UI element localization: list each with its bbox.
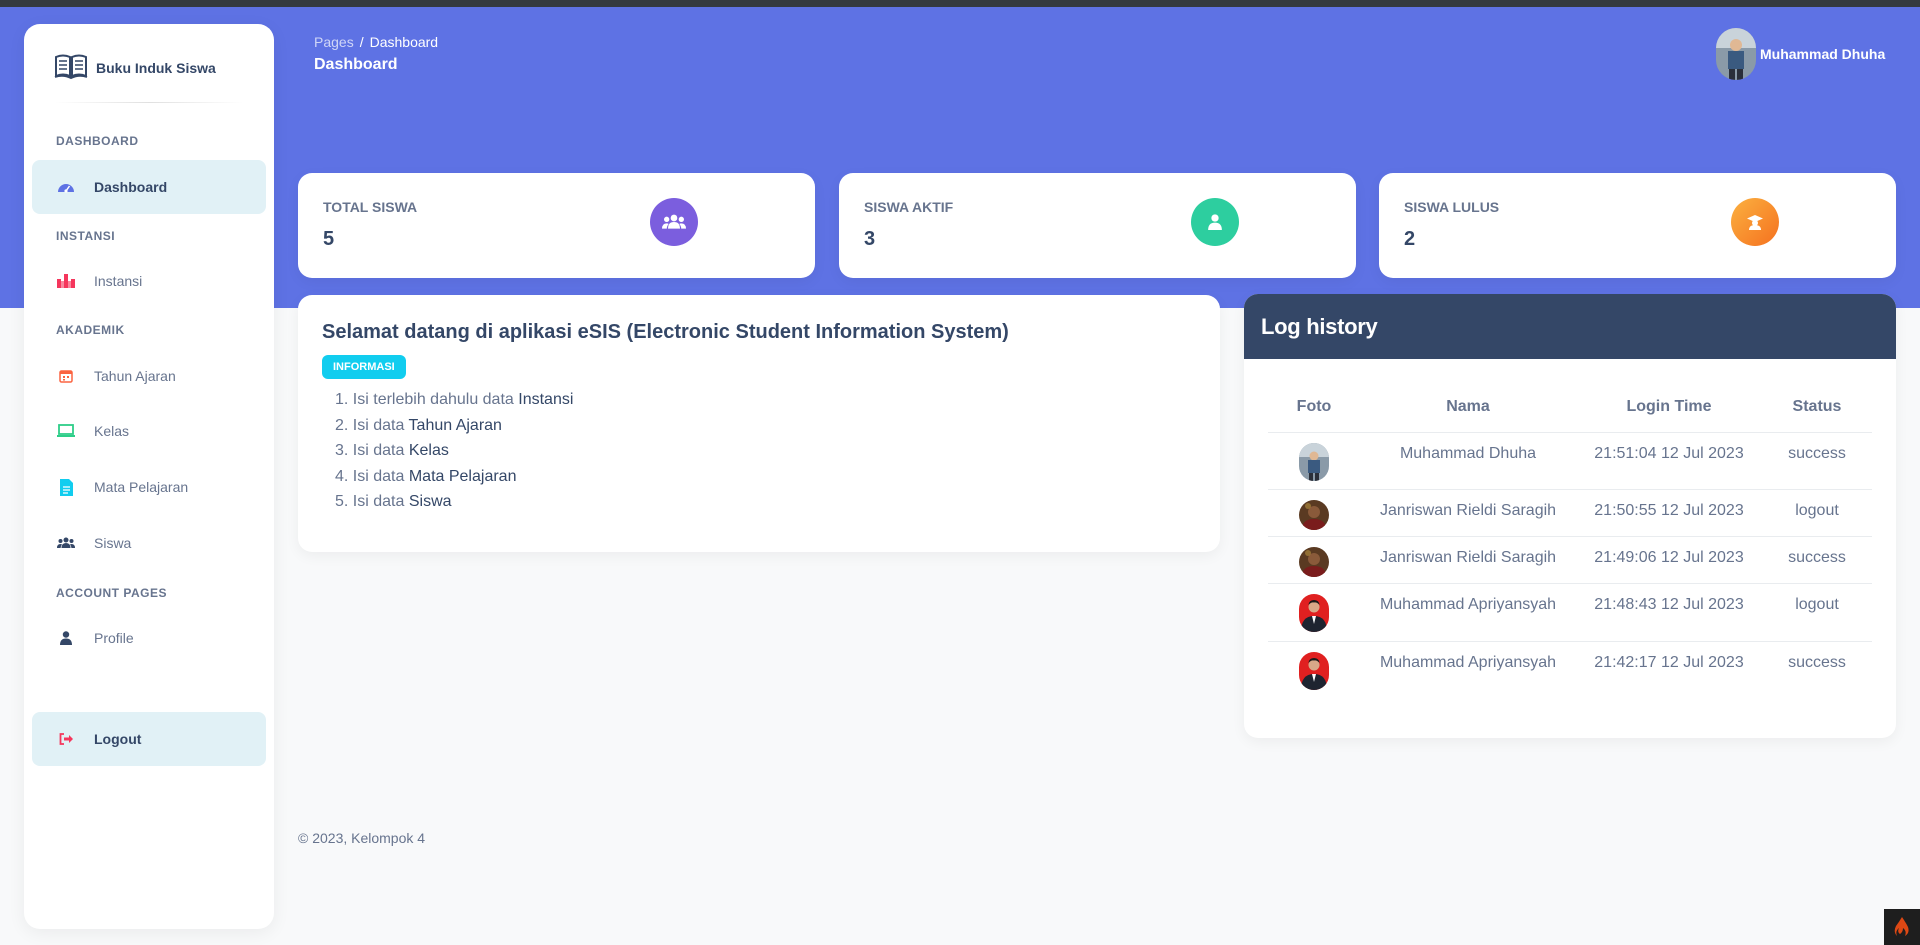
user-icon <box>56 628 76 648</box>
stat-label: SISWA AKTIF <box>864 199 954 215</box>
sidebar-item-label: Tahun Ajaran <box>94 368 176 384</box>
section-label-account: ACCOUNT PAGES <box>56 586 167 600</box>
list-item: 3. Isi data Kelas <box>335 442 449 460</box>
log-header: Log history <box>1244 294 1896 359</box>
log-name: Janriswan Rieldi Saragih <box>1360 489 1576 537</box>
user-icon <box>1191 198 1239 246</box>
log-name: Muhammad Apriyansyah <box>1379 653 1557 671</box>
sidebar-item-instansi[interactable]: Instansi <box>32 254 266 308</box>
gauge-icon <box>56 177 76 197</box>
sidebar-item-label: Logout <box>94 731 142 747</box>
sidebar-item-label: Instansi <box>94 273 143 289</box>
log-status: logout <box>1762 583 1872 642</box>
column-header-status: Status <box>1762 383 1872 433</box>
welcome-card: Selamat datang di aplikasi eSIS (Electro… <box>298 295 1220 552</box>
log-name: Muhammad Apriyansyah <box>1360 583 1576 642</box>
laptop-icon <box>56 421 76 441</box>
user-name: Muhammad Dhuha <box>1760 46 1886 62</box>
table-row: Janriswan Rieldi Saragih 21:49:06 12 Jul… <box>1268 536 1872 584</box>
page-title: Dashboard <box>314 56 398 73</box>
log-status: success <box>1788 653 1846 671</box>
section-label-instansi: INSTANSI <box>56 229 116 243</box>
stat-label: SISWA LULUS <box>1404 199 1500 215</box>
sidebar-item-label: Kelas <box>94 423 130 439</box>
sign-out-icon <box>56 729 76 749</box>
stat-label: TOTAL SISWA <box>323 199 418 215</box>
stat-card-siswa-aktif: SISWA AKTIF 3 <box>839 173 1356 278</box>
sidebar-item-label: Mata Pelajaran <box>94 479 189 495</box>
table-row: Muhammad Dhuha 21:51:04 12 Jul 2023 succ… <box>1268 432 1872 490</box>
avatar <box>1299 593 1329 632</box>
stat-value: 5 <box>323 228 335 250</box>
sidebar-item-mata-pelajaran[interactable]: Mata Pelajaran <box>32 460 266 514</box>
breadcrumb-separator: / <box>359 34 364 50</box>
flame-icon[interactable] <box>1884 909 1920 945</box>
table-row: Muhammad Apriyansyah 21:48:43 12 Jul 202… <box>1268 583 1872 642</box>
table-header-row: Foto Nama Login Time Status <box>1268 383 1872 433</box>
log-time: 21:48:43 12 Jul 2023 <box>1576 583 1762 642</box>
list-item: 5. Isi data Siswa <box>335 493 452 511</box>
sidebar-item-kelas[interactable]: Kelas <box>32 404 266 458</box>
stat-card-siswa-lulus: SISWA LULUS 2 <box>1379 173 1896 278</box>
stat-value: 2 <box>1404 228 1416 250</box>
info-badge: INFORMASI <box>322 355 406 379</box>
table-row: Janriswan Rieldi Saragih 21:50:55 12 Jul… <box>1268 489 1872 537</box>
users-icon <box>56 533 76 553</box>
column-header-login-time: Login Time <box>1576 383 1762 433</box>
book-icon <box>54 52 88 85</box>
list-item: 2. Isi data Tahun Ajaran <box>335 416 502 434</box>
graduate-icon <box>1731 198 1779 246</box>
top-dark-strip <box>0 0 1920 7</box>
list-item: 4. Isi data Mata Pelajaran <box>335 467 517 485</box>
brand-divider <box>54 102 244 103</box>
log-table: Foto Nama Login Time Status Muhammad Dhu… <box>1268 383 1872 699</box>
brand-name: Buku Induk Siswa <box>96 60 216 76</box>
footer-copyright: © 2023, Kelompok 4 <box>298 830 426 846</box>
steps-list: 1. Isi terlebih dahulu data Instansi 2. … <box>335 387 573 515</box>
sidebar-item-label: Siswa <box>94 535 132 551</box>
sidebar-item-label: Dashboard <box>94 179 168 195</box>
log-time: 21:51:04 12 Jul 2023 <box>1576 432 1762 490</box>
breadcrumb-root[interactable]: Pages <box>314 34 354 50</box>
log-name: Janriswan Rieldi Saragih <box>1360 536 1576 584</box>
list-item: 1. Isi terlebih dahulu data Instansi <box>335 391 574 408</box>
sidebar: Buku Induk Siswa DASHBOARD Dashboard INS… <box>24 24 274 929</box>
avatar <box>1299 651 1329 690</box>
user-menu[interactable]: Muhammad Dhuha <box>1716 28 1885 80</box>
sidebar-item-dashboard[interactable]: Dashboard <box>32 160 266 214</box>
calendar-icon <box>56 366 76 386</box>
avatar <box>1299 442 1329 481</box>
stat-value: 3 <box>864 228 876 250</box>
document-icon <box>56 477 76 497</box>
avatar <box>1299 499 1329 530</box>
stat-card-total-siswa: TOTAL SISWA 5 <box>298 173 815 278</box>
section-label-akademik: AKADEMIK <box>56 323 125 337</box>
column-header-foto: Foto <box>1268 383 1360 433</box>
section-label-dashboard: DASHBOARD <box>56 134 139 148</box>
breadcrumb-current: Dashboard <box>369 34 439 50</box>
sidebar-item-siswa[interactable]: Siswa <box>32 516 266 570</box>
welcome-title: Selamat datang di aplikasi eSIS (Electro… <box>322 321 1009 343</box>
log-time: 21:50:55 12 Jul 2023 <box>1576 489 1762 537</box>
building-icon <box>56 271 76 291</box>
log-name: Muhammad Dhuha <box>1360 432 1576 490</box>
avatar <box>1716 28 1756 80</box>
log-title: Log history <box>1261 314 1378 339</box>
column-header-nama: Nama <box>1360 383 1576 433</box>
log-history-card: Log history Foto Nama Login Time Status … <box>1244 294 1896 738</box>
sidebar-item-logout[interactable]: Logout <box>32 712 266 766</box>
log-status: logout <box>1762 489 1872 537</box>
breadcrumb: Pages / Dashboard <box>314 34 438 50</box>
log-time: 21:49:06 12 Jul 2023 <box>1576 536 1762 584</box>
log-time: 21:42:17 12 Jul 2023 <box>1594 653 1744 671</box>
sidebar-brand[interactable]: Buku Induk Siswa <box>54 48 216 88</box>
table-row: Muhammad Apriyansyah 21:42:17 12 Jul 202… <box>1268 641 1872 699</box>
sidebar-item-profile[interactable]: Profile <box>32 611 266 665</box>
sidebar-item-tahun-ajaran[interactable]: Tahun Ajaran <box>32 349 266 403</box>
avatar <box>1299 546 1329 577</box>
log-status: success <box>1762 536 1872 584</box>
sidebar-item-label: Profile <box>94 630 134 646</box>
users-icon <box>650 198 698 246</box>
log-status: success <box>1762 432 1872 490</box>
